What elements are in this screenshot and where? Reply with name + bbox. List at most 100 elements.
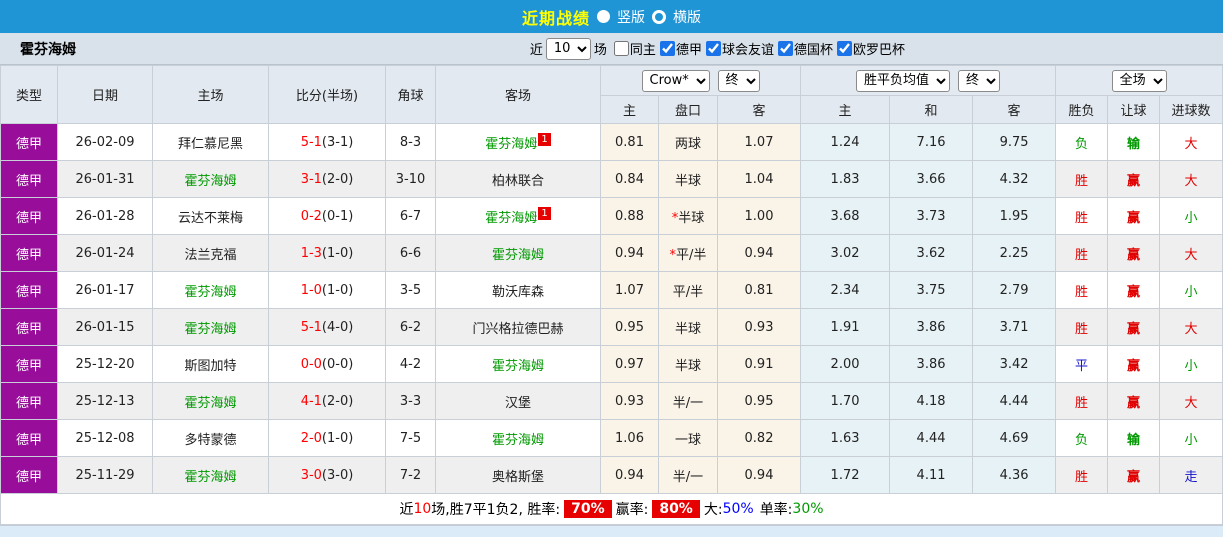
corners-cell: 6-6	[385, 234, 436, 272]
date-cell: 26-01-17	[57, 271, 153, 309]
date-cell: 26-01-15	[57, 308, 153, 346]
corners-cell: 7-5	[385, 419, 436, 457]
recent-label: 近	[529, 43, 543, 58]
subcol-eu-draw: 和	[889, 95, 974, 124]
goals-result-cell: 大	[1159, 382, 1223, 420]
vertical-view-label[interactable]: 竖版	[617, 7, 645, 27]
eu-draw-odds-cell: 3.62	[889, 234, 974, 272]
away-team-cell: 霍芬海姆	[435, 234, 601, 272]
league-filter-option[interactable]: 同主	[610, 39, 656, 58]
league-filter-option[interactable]: 欧罗巴杯	[833, 39, 905, 58]
horizontal-view-label[interactable]: 横版	[673, 7, 701, 27]
filter-controls: 近 10 场 同主 德甲 球会友谊 德国杯 欧罗巴杯	[529, 37, 905, 60]
date-cell: 26-01-28	[57, 197, 153, 235]
corners-cell: 8-3	[385, 123, 436, 161]
league-filter-checkbox[interactable]	[659, 41, 675, 56]
league-filter-label: 德国杯	[793, 43, 833, 58]
ah-away-odds-cell: 0.94	[716, 234, 802, 272]
europe-time-select[interactable]: 终	[958, 69, 1001, 92]
eu-home-odds-cell: 2.34	[800, 271, 891, 309]
ah-home-odds-cell: 1.07	[600, 271, 659, 309]
result-cell: 胜	[1055, 160, 1109, 198]
eu-away-odds-cell: 3.71	[972, 308, 1057, 346]
bookmaker-select[interactable]: Crow*	[641, 69, 710, 92]
result-cell: 平	[1055, 345, 1109, 383]
goals-result-cell: 小	[1159, 345, 1223, 383]
league-cell: 德甲	[0, 382, 58, 420]
score-cell: 2-0(1-0)	[268, 419, 386, 457]
recent-count-select[interactable]: 10	[545, 37, 591, 60]
date-cell: 26-01-31	[57, 160, 153, 198]
handicap-result-cell: 赢	[1107, 234, 1161, 272]
corners-cell: 4-2	[385, 345, 436, 383]
eu-away-odds-cell: 3.42	[972, 345, 1057, 383]
ah-away-odds-cell: 0.95	[716, 382, 802, 420]
col-header-type: 类型	[0, 65, 58, 124]
home-team-cell: 斯图加特	[152, 345, 269, 383]
home-team-cell: 霍芬海姆	[152, 456, 269, 494]
table-row: 德甲 25-11-29 霍芬海姆 3-0(3-0) 7-2 奥格斯堡 0.94 …	[0, 456, 1223, 494]
goals-result-cell: 小	[1159, 197, 1223, 235]
ah-line-cell: 半/一	[658, 382, 718, 420]
handicap-result-cell: 输	[1107, 123, 1161, 161]
result-cell: 胜	[1055, 308, 1109, 346]
league-filter-option[interactable]: 德甲	[656, 39, 702, 58]
league-filter-checkbox[interactable]	[836, 41, 852, 56]
europe-odds-type-select[interactable]: 胜平负均值	[856, 69, 951, 92]
eu-draw-odds-cell: 3.86	[889, 308, 974, 346]
league-filter-checkbox[interactable]	[613, 41, 629, 56]
eu-home-odds-cell: 1.91	[800, 308, 891, 346]
col-header-away: 客场	[435, 65, 601, 124]
date-cell: 26-02-09	[57, 123, 153, 161]
big-rate-value: 50%	[722, 501, 754, 517]
scope-select[interactable]: 全场	[1111, 69, 1167, 92]
horizontal-view-radio-icon[interactable]	[652, 9, 666, 24]
eu-draw-odds-cell: 3.66	[889, 160, 974, 198]
subcol-eu-home: 主	[800, 95, 891, 124]
home-team-cell: 法兰克福	[152, 234, 269, 272]
league-filter-checkbox[interactable]	[777, 41, 793, 56]
ah-line-cell: 平/半	[658, 271, 718, 309]
vertical-view-radio-selected-icon[interactable]	[597, 10, 610, 23]
handicap-result-cell: 赢	[1107, 345, 1161, 383]
corners-cell: 3-10	[385, 160, 436, 198]
summary-count: 10	[413, 501, 432, 517]
table-row: 德甲 25-12-20 斯图加特 0-0(0-0) 4-2 霍芬海姆 0.97 …	[0, 345, 1223, 383]
ah-home-odds-cell: 0.95	[600, 308, 659, 346]
eu-draw-odds-cell: 4.11	[889, 456, 974, 494]
league-filter-option[interactable]: 球会友谊	[702, 39, 774, 58]
ah-line-cell: *半球	[658, 197, 718, 235]
bottom-strip	[0, 525, 1223, 537]
score-cell: 0-2(0-1)	[268, 197, 386, 235]
league-filter-option[interactable]: 德国杯	[774, 39, 833, 58]
goals-result-cell: 小	[1159, 271, 1223, 309]
ah-away-odds-cell: 0.94	[716, 456, 802, 494]
league-filter-checkbox[interactable]	[705, 41, 721, 56]
date-cell: 25-12-08	[57, 419, 153, 457]
eu-away-odds-cell: 4.36	[972, 456, 1057, 494]
home-team-cell: 霍芬海姆	[152, 271, 269, 309]
ah-home-odds-cell: 0.88	[600, 197, 659, 235]
eu-home-odds-cell: 1.83	[800, 160, 891, 198]
handicap-rate-label: 赢率:	[615, 502, 649, 518]
date-cell: 25-12-20	[57, 345, 153, 383]
summary-prefix: 近	[399, 502, 414, 518]
ah-line-cell: 半球	[658, 345, 718, 383]
away-red-card-badge: 1	[538, 206, 551, 220]
score-cell: 4-1(2-0)	[268, 382, 386, 420]
eu-draw-odds-cell: 3.75	[889, 271, 974, 309]
score-cell: 3-1(2-0)	[268, 160, 386, 198]
result-cell: 胜	[1055, 271, 1109, 309]
summary-record: 场,胜7平1负2, 胜率:	[431, 502, 561, 518]
eu-home-odds-cell: 3.02	[800, 234, 891, 272]
eu-draw-odds-cell: 7.16	[889, 123, 974, 161]
eu-home-odds-cell: 2.00	[800, 345, 891, 383]
date-cell: 25-12-13	[57, 382, 153, 420]
handicap-group-header: Crow* 终	[599, 65, 802, 96]
goals-result-cell: 走	[1159, 456, 1223, 494]
ah-away-odds-cell: 0.81	[716, 271, 802, 309]
score-cell: 5-1(3-1)	[268, 123, 386, 161]
handicap-time-select[interactable]: 终	[717, 69, 760, 92]
corners-cell: 3-5	[385, 271, 436, 309]
ah-line-cell: *平/半	[658, 234, 718, 272]
